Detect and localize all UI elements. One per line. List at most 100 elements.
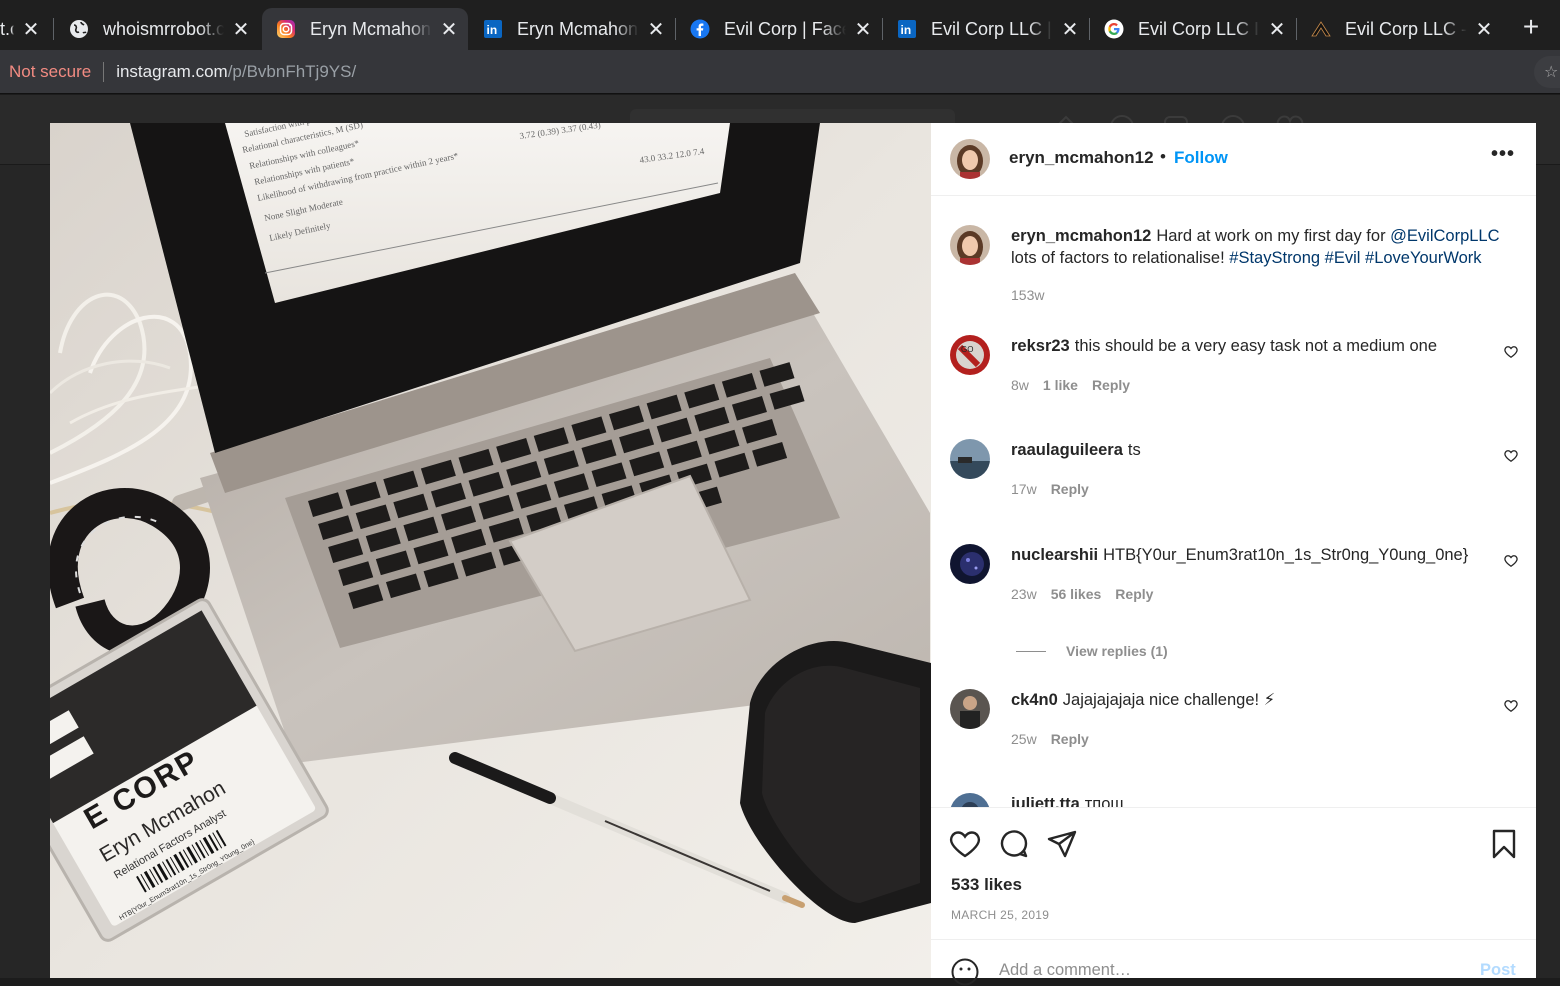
author-avatar[interactable] bbox=[950, 139, 990, 179]
tab-title: t.c bbox=[0, 18, 14, 39]
comment-time[interactable]: 23w bbox=[1011, 586, 1037, 602]
close-tab-icon[interactable]: ✕ bbox=[1475, 17, 1493, 42]
like-heart-icon[interactable] bbox=[949, 828, 981, 860]
tab-evilcorp-site[interactable]: Evil Corp LLC - ✕ bbox=[1297, 8, 1503, 50]
hashtag-links[interactable]: #StayStrong #Evil #LoveYourWork bbox=[1229, 249, 1481, 267]
comment-time[interactable]: 17w bbox=[1011, 481, 1037, 497]
comment-text: ck4n0 Jajajajajaja nice challenge! ⚡ bbox=[1011, 689, 1481, 711]
comment-body: тпощ bbox=[1084, 795, 1124, 807]
save-bookmark-icon[interactable] bbox=[1488, 828, 1520, 860]
caption-time[interactable]: 153w bbox=[1011, 287, 1044, 303]
close-tab-icon[interactable]: ✕ bbox=[22, 17, 40, 42]
comment-username[interactable]: raaulaguileera bbox=[1011, 441, 1123, 459]
svg-text:GO: GO bbox=[961, 345, 973, 354]
post-photo[interactable]: Satisfaction with practice resources Rel… bbox=[50, 123, 931, 978]
linkedin-icon: in bbox=[483, 19, 503, 39]
comment-meta: 23w 56 likes Reply bbox=[1011, 586, 1167, 602]
reply-button[interactable]: Reply bbox=[1051, 731, 1089, 747]
caption-meta: 153w bbox=[1011, 287, 1058, 303]
evilcorp-icon bbox=[1311, 19, 1331, 39]
close-tab-icon[interactable]: ✕ bbox=[1268, 17, 1286, 42]
close-tab-icon[interactable]: ✕ bbox=[647, 17, 665, 42]
tab-facebook-evilcorp[interactable]: Evil Corp | Facel ✕ bbox=[676, 8, 882, 50]
caption-avatar[interactable] bbox=[950, 225, 990, 265]
comment-meta: 17w Reply bbox=[1011, 481, 1103, 497]
reply-button[interactable]: Reply bbox=[1051, 481, 1089, 497]
comment-username[interactable]: nuclearshii bbox=[1011, 546, 1098, 564]
comment-text: raaulaguileera ts bbox=[1011, 439, 1481, 461]
add-comment-input[interactable]: Add a comment… bbox=[999, 961, 1131, 980]
tab-title: Evil Corp LLC - bbox=[1345, 18, 1467, 39]
svg-text:in: in bbox=[901, 23, 912, 37]
comment-username[interactable]: reksr23 bbox=[1011, 337, 1070, 355]
close-tab-icon[interactable]: ✕ bbox=[440, 17, 458, 42]
share-send-icon[interactable] bbox=[1046, 828, 1078, 860]
likes-count[interactable]: 533 likes bbox=[951, 875, 1022, 895]
more-options-button[interactable]: ••• bbox=[1491, 143, 1515, 166]
comment-username[interactable]: ck4n0 bbox=[1011, 691, 1058, 709]
comment-like-icon[interactable] bbox=[1504, 554, 1518, 568]
comment-text: reksr23 this should be a very easy task n… bbox=[1011, 335, 1481, 357]
comment-body: this should be a very easy task not a me… bbox=[1074, 337, 1438, 355]
tab-linkedin-eryn[interactable]: in Eryn Mcmahon ✕ bbox=[469, 8, 675, 50]
reply-button[interactable]: Reply bbox=[1115, 586, 1153, 602]
address-bar: Not secure instagram.com/p/BvbnFhTj9YS/ … bbox=[0, 50, 1560, 94]
new-tab-button[interactable]: + bbox=[1516, 12, 1546, 42]
comment-avatar[interactable] bbox=[950, 793, 990, 807]
comment-text: juliett.tta тпощ bbox=[1011, 793, 1481, 807]
mention-link[interactable]: @EvilCorpLLC bbox=[1390, 227, 1499, 245]
reply-button[interactable]: Reply bbox=[1092, 377, 1130, 393]
comment-body: HTB{Y0ur_Enum3rat10n_1s_Str0ng_Y0ung_0ne… bbox=[1103, 546, 1469, 564]
svg-text:in: in bbox=[487, 23, 498, 37]
tab-title: Eryn Mcmahon bbox=[517, 18, 639, 39]
comment-text: nuclearshii HTB{Y0ur_Enum3rat10n_1s_Str0n… bbox=[1011, 544, 1491, 566]
comment-avatar[interactable] bbox=[950, 439, 990, 479]
post-actions: 533 likes MARCH 25, 2019 Add a comment… … bbox=[931, 807, 1536, 986]
comment-likes[interactable]: 56 likes bbox=[1051, 586, 1102, 602]
comment-likes[interactable]: 1 like bbox=[1043, 377, 1078, 393]
omnibox[interactable]: Not secure instagram.com/p/BvbnFhTj9YS/ bbox=[0, 50, 356, 94]
comment-username[interactable]: juliett.tta bbox=[1011, 795, 1080, 807]
tab-1[interactable]: t.c ✕ bbox=[0, 8, 50, 50]
header-separator: • bbox=[1160, 147, 1166, 166]
comment-body: ts bbox=[1127, 441, 1141, 459]
url-path[interactable]: /p/BvbnFhTj9YS/ bbox=[228, 62, 357, 82]
tab-title: whoismrrobot.c bbox=[103, 18, 224, 39]
comment-like-icon[interactable] bbox=[1504, 345, 1518, 359]
tab-whoismrrobot[interactable]: whoismrrobot.c ✕ bbox=[55, 8, 260, 50]
comments-list[interactable]: eryn_mcmahon12 Hard at work on my first d… bbox=[931, 197, 1536, 807]
comment-time[interactable]: 25w bbox=[1011, 731, 1037, 747]
comment-avatar[interactable] bbox=[950, 544, 990, 584]
comment-like-icon[interactable] bbox=[1504, 449, 1518, 463]
tab-linkedin-evilcorp[interactable]: in Evil Corp LLC | L ✕ bbox=[883, 8, 1089, 50]
emoji-icon[interactable] bbox=[951, 958, 979, 986]
view-replies-label[interactable]: View replies (1) bbox=[1066, 643, 1168, 659]
close-tab-icon[interactable]: ✕ bbox=[232, 17, 250, 42]
comment-avatar[interactable] bbox=[950, 689, 990, 729]
close-tab-icon[interactable]: ✕ bbox=[854, 17, 872, 42]
browser-tab-strip: t.c ✕ whoismrrobot.c ✕ Eryn Mcmahon ✕ in… bbox=[0, 0, 1560, 50]
view-replies-button[interactable]: View replies (1) bbox=[1016, 643, 1168, 659]
comment-bubble-icon[interactable] bbox=[998, 828, 1030, 860]
tab-instagram-eryn[interactable]: Eryn Mcmahon ✕ bbox=[262, 8, 468, 50]
comment-avatar[interactable]: GO bbox=[950, 335, 990, 375]
add-comment-bar: Add a comment… Post bbox=[931, 939, 1536, 986]
follow-button[interactable]: Follow bbox=[1174, 148, 1228, 168]
google-icon bbox=[1104, 19, 1124, 39]
post-comment-button[interactable]: Post bbox=[1480, 961, 1516, 980]
url-host[interactable]: instagram.com bbox=[116, 62, 227, 82]
author-username[interactable]: eryn_mcmahon12 bbox=[1009, 148, 1154, 168]
caption-text-part: Hard at work on my first day for bbox=[1156, 227, 1391, 245]
tab-google-evilcorp[interactable]: Evil Corp LLC IT ✕ bbox=[1090, 8, 1296, 50]
caption-username[interactable]: eryn_mcmahon12 bbox=[1011, 227, 1151, 245]
comment-like-icon[interactable] bbox=[1504, 699, 1518, 713]
tab-title: Evil Corp LLC IT bbox=[1138, 18, 1260, 39]
not-secure-label[interactable]: Not secure bbox=[9, 62, 91, 82]
comment-time[interactable]: 8w bbox=[1011, 377, 1029, 393]
star-icon[interactable]: ☆ bbox=[1534, 56, 1560, 88]
close-tab-icon[interactable]: ✕ bbox=[1061, 17, 1079, 42]
desk-photo-illustration: Satisfaction with practice resources Rel… bbox=[50, 123, 931, 978]
comment-body: Jajajajajaja nice challenge! ⚡ bbox=[1062, 691, 1276, 709]
post-date[interactable]: MARCH 25, 2019 bbox=[951, 908, 1049, 922]
post-header: eryn_mcmahon12 • Follow ••• bbox=[931, 123, 1536, 196]
